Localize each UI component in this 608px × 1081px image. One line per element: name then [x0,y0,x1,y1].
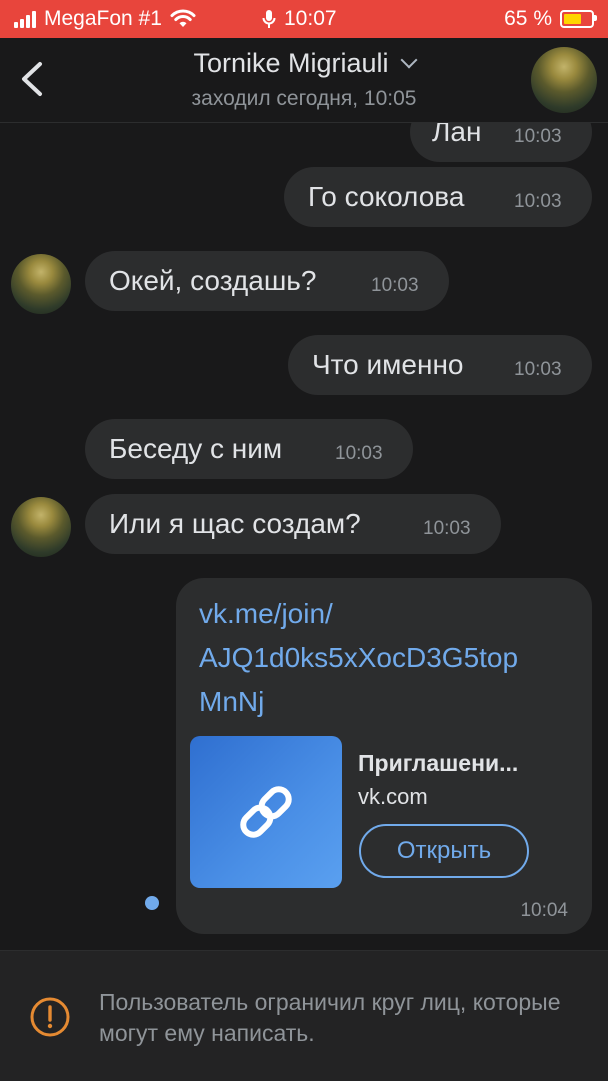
message-bubble-outgoing[interactable]: Го соколова 10:03 [284,167,592,227]
link-icon [240,786,292,838]
message-time: 10:03 [514,126,562,147]
message-bubble-incoming[interactable]: Окей, создашь? 10:03 [85,251,449,311]
contact-avatar[interactable] [11,254,71,314]
message-text: Го соколова [308,181,465,212]
contact-avatar[interactable] [531,47,597,113]
chat-title[interactable]: Tornike Migriauli [0,48,608,79]
message-text: Окей, создашь? [109,265,317,296]
unread-indicator [145,896,159,910]
link-url[interactable]: vk.me/join/ AJQ1d0ks5xXocD3G5top MnNj [199,592,518,724]
contact-avatar[interactable] [11,497,71,557]
chat-header: Tornike Migriauli заходил сегодня, 10:05 [0,38,608,123]
mic-icon [262,10,276,28]
message-time: 10:03 [423,518,471,539]
link-preview-title: Приглашени... [358,750,519,776]
message-time: 10:03 [335,443,383,464]
restriction-notice: Пользователь ограничил круг лиц, которые… [0,950,608,1081]
wifi-icon [170,9,196,27]
link-url-line[interactable]: AJQ1d0ks5xXocD3G5top [199,636,518,680]
carrier-name: MegaFon #1 [44,7,162,30]
message-bubble-incoming[interactable]: Беседу с ним 10:03 [85,419,413,479]
message-time: 10:04 [520,900,568,921]
message-text: Беседу с ним [109,433,283,464]
last-seen-status: заходил сегодня, 10:05 [191,87,417,110]
link-preview-thumbnail[interactable] [190,736,342,888]
message-text: Или я щас создам? [109,508,361,539]
message-time: 10:03 [514,359,562,380]
status-bar: MegaFon #1 10:07 65 % [0,0,608,38]
link-url-line[interactable]: MnNj [199,680,518,724]
signal-icon [14,10,36,28]
message-bubble-outgoing[interactable]: Что именно 10:03 [288,335,592,395]
notice-text: Пользователь ограничил круг лиц, которые… [99,989,561,1046]
chevron-down-icon[interactable] [400,51,418,69]
link-preview-domain: vk.com [358,784,428,809]
battery-percent: 65 % [504,7,552,30]
message-time: 10:03 [514,191,562,212]
message-bubble-incoming[interactable]: Или я щас создам? 10:03 [85,494,501,554]
clock: 10:07 [284,7,337,30]
contact-name[interactable]: Tornike Migriauli [193,48,388,78]
warning-icon [30,997,70,1037]
open-link-button[interactable]: Открыть [359,824,529,878]
message-time: 10:03 [371,275,419,296]
battery-icon [560,10,597,28]
message-text: Что именно [312,349,464,380]
link-url-line[interactable]: vk.me/join/ [199,592,518,636]
link-message-bubble[interactable]: vk.me/join/ AJQ1d0ks5xXocD3G5top MnNj Пр… [176,578,592,934]
